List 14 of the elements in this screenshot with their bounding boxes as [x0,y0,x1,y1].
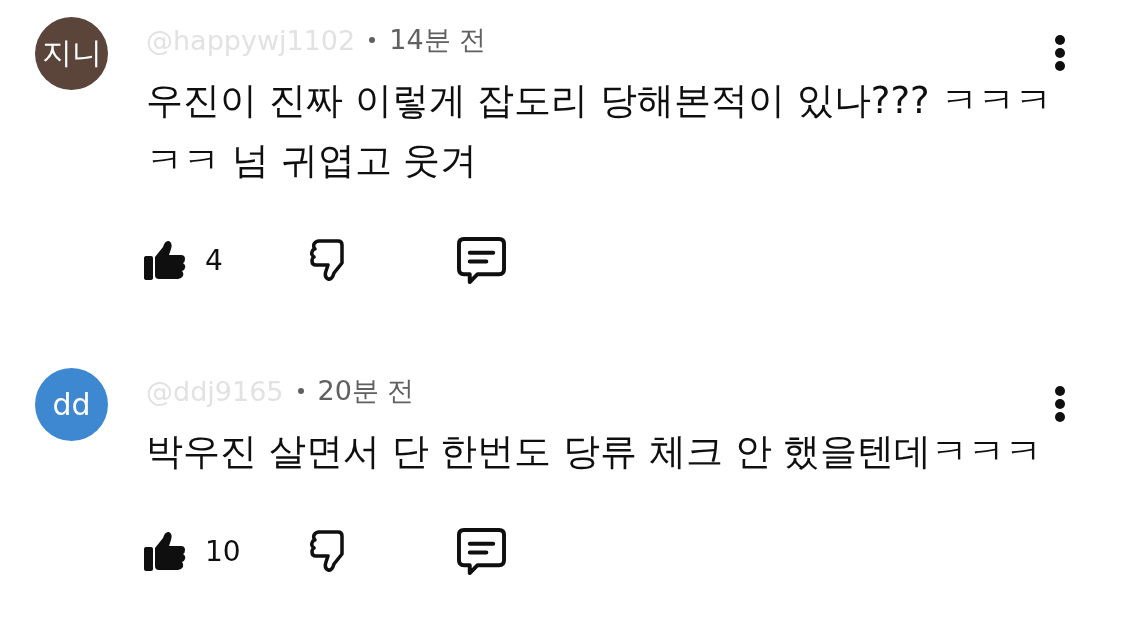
avatar[interactable]: 지니 [35,17,108,90]
separator-dot-icon [297,388,304,394]
vertical-dots-icon [1054,386,1066,422]
separator-dot-icon [369,37,376,43]
like-button[interactable]: 10 [143,529,241,573]
vertical-dots-icon [1054,35,1066,71]
like-button[interactable]: 4 [143,238,223,282]
comment-text: 박우진 살면서 단 한번도 당류 체크 안 했을텐데ㅋㅋㅋ [146,429,1044,475]
timestamp: 20분 전 [317,374,415,408]
speech-bubble-icon [457,236,506,284]
comment-text: 우진이 진짜 이렇게 잡도리 당해본적이 있나??? ㅋㅋㅋㅋㅋ 넘 귀엽고 웃겨 [146,78,1054,184]
speech-bubble-icon [457,527,506,575]
avatar[interactable]: dd [35,368,108,441]
timestamp: 14분 전 [389,23,487,57]
